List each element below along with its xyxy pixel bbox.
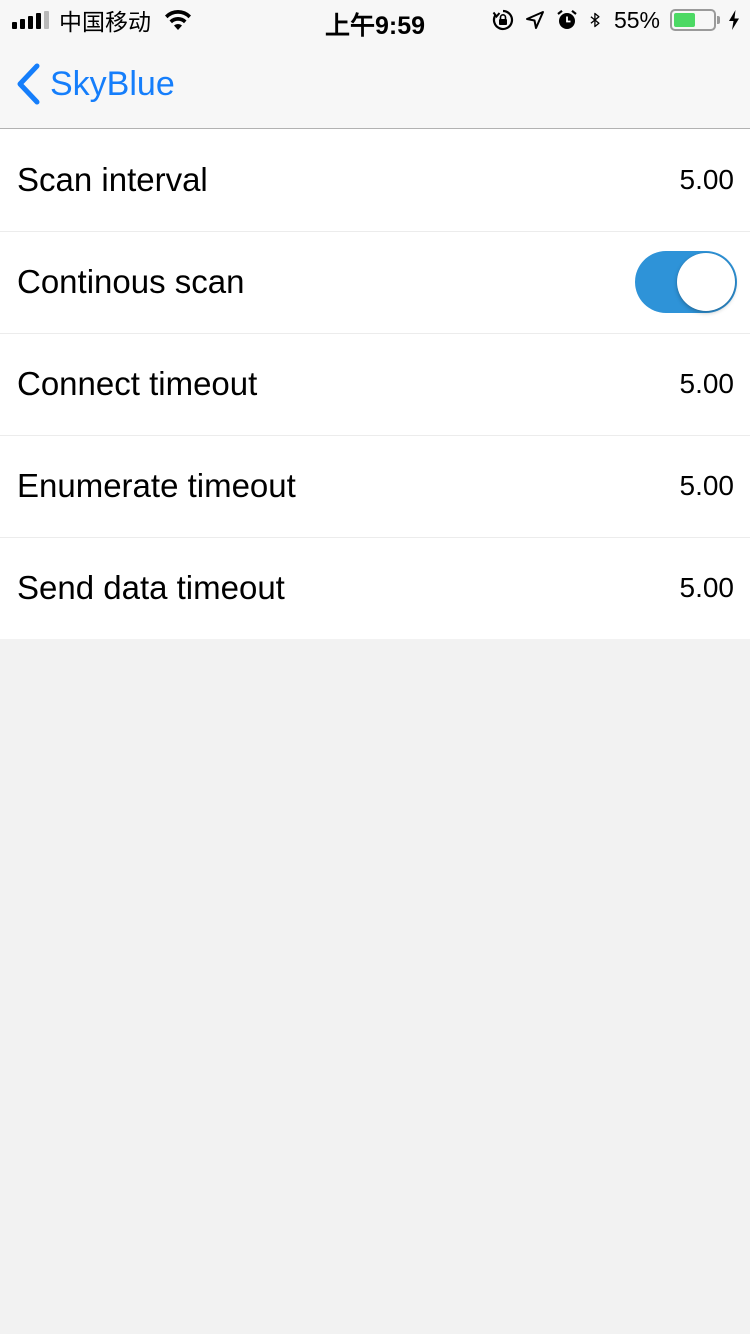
alarm-icon — [557, 9, 577, 29]
toggle-knob — [677, 253, 735, 311]
chevron-left-icon — [17, 63, 40, 105]
connect-timeout-label: Connect timeout — [17, 365, 258, 402]
enumerate-timeout-value[interactable]: 5.00 — [680, 470, 735, 502]
charging-icon — [729, 10, 739, 30]
back-button-label: SkyBlue — [50, 64, 175, 103]
send-data-timeout-value[interactable]: 5.00 — [680, 572, 735, 604]
orientation-lock-icon — [492, 9, 514, 31]
connect-timeout-row[interactable]: Connect timeout 5.00 — [0, 333, 750, 435]
continuous-scan-row: Continous scan — [0, 231, 750, 333]
status-bar-right: 55% — [492, 6, 740, 34]
send-data-timeout-row[interactable]: Send data timeout 5.00 — [0, 537, 750, 639]
back-button[interactable]: SkyBlue — [14, 60, 175, 108]
scan-interval-row[interactable]: Scan interval 5.00 — [0, 129, 750, 231]
navigation-bar: SkyBlue — [0, 40, 750, 129]
continuous-scan-label: Continous scan — [17, 263, 245, 300]
battery-icon — [670, 9, 720, 31]
enumerate-timeout-label: Enumerate timeout — [17, 467, 296, 504]
battery-percent: 55% — [613, 6, 660, 33]
send-data-timeout-label: Send data timeout — [17, 569, 285, 606]
bluetooth-icon — [590, 12, 600, 28]
screen: 中国移动 上午9:59 55% SkyBlue Scan interval 5.… — [0, 0, 750, 1334]
enumerate-timeout-row[interactable]: Enumerate timeout 5.00 — [0, 435, 750, 537]
scan-interval-label: Scan interval — [17, 161, 208, 198]
connect-timeout-value[interactable]: 5.00 — [680, 368, 735, 400]
location-icon — [525, 11, 544, 29]
battery-fill — [674, 13, 695, 27]
settings-list: Scan interval 5.00 Continous scan Connec… — [0, 129, 750, 639]
status-bar: 中国移动 上午9:59 55% — [0, 0, 750, 40]
continuous-scan-toggle[interactable] — [635, 251, 737, 313]
scan-interval-value[interactable]: 5.00 — [680, 164, 735, 196]
